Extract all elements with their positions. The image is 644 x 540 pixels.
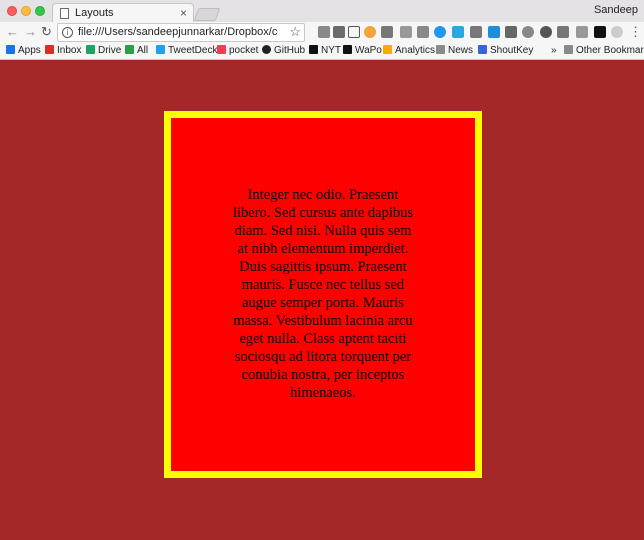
bookmark-tweetdeck[interactable]: TweetDeck: [156, 45, 217, 56]
new-tab-button[interactable]: [193, 8, 221, 21]
shield-icon[interactable]: [333, 26, 345, 38]
rss-icon[interactable]: [364, 26, 376, 38]
puzzle-icon[interactable]: [576, 26, 588, 38]
wapo-icon: [343, 45, 352, 54]
bookmark-inbox[interactable]: Inbox: [45, 45, 81, 56]
other-bookmarks[interactable]: Other Bookmarks: [564, 45, 644, 56]
bookmark-shoutkey[interactable]: ShoutKey: [478, 45, 533, 56]
tweetdeck-icon: [156, 45, 165, 54]
document-icon: [60, 8, 69, 19]
tab-close-icon[interactable]: ×: [180, 6, 187, 20]
profile-name[interactable]: Sandeep: [594, 4, 638, 16]
circle-icon[interactable]: [611, 26, 623, 38]
eye-icon[interactable]: [417, 26, 429, 38]
nyt-icon: [309, 45, 318, 54]
download-icon[interactable]: [488, 26, 500, 38]
folder-icon: [436, 45, 445, 54]
info-icon[interactable]: i: [62, 27, 73, 38]
globe-icon[interactable]: [522, 26, 534, 38]
bookmark-drive[interactable]: Drive: [86, 45, 121, 56]
apps-grid-icon: [6, 45, 15, 54]
gmail-icon: [45, 45, 54, 54]
address-bar[interactable]: i file:///Users/sandeepjunnarkar/Dropbox…: [57, 23, 305, 42]
address-url[interactable]: file:///Users/sandeepjunnarkar/Dropbox/c…: [78, 26, 278, 38]
forward-icon[interactable]: →: [24, 24, 37, 39]
close-box-icon[interactable]: [505, 26, 517, 38]
reload-icon[interactable]: ↻: [41, 24, 52, 40]
extension-icon[interactable]: [318, 26, 330, 38]
content-box: Integer nec odio. Praesent libero. Sed c…: [164, 111, 482, 478]
tab-layouts[interactable]: Layouts ×: [52, 3, 194, 23]
bookmark-star-icon[interactable]: ☆: [289, 24, 301, 40]
bookmark-nyt[interactable]: NYT: [309, 45, 341, 56]
bookmarks-bar: Apps Inbox Drive All TweetDeck pocket Gi…: [0, 43, 644, 60]
box-paragraph: Integer nec odio. Praesent libero. Sed c…: [232, 187, 413, 401]
f-icon[interactable]: [594, 26, 606, 38]
sync-icon[interactable]: [434, 26, 446, 38]
maximize-window-button[interactable]: [35, 6, 45, 16]
window-titlebar: Layouts × Sandeep: [0, 0, 644, 23]
analytics-icon: [383, 45, 392, 54]
bookmark-analytics[interactable]: Analytics: [383, 45, 435, 56]
bookmarks-overflow-chevron[interactable]: »: [551, 45, 557, 56]
bookmark-pocket[interactable]: pocket: [217, 45, 258, 56]
brackets-icon[interactable]: [470, 26, 482, 38]
bookmark-news[interactable]: News: [436, 45, 473, 56]
list-icon[interactable]: [381, 26, 393, 38]
github-icon: [262, 45, 271, 54]
close-window-button[interactable]: [7, 6, 17, 16]
x-icon[interactable]: [452, 26, 464, 38]
bookmark-apps[interactable]: Apps: [6, 45, 41, 56]
folder-icon: [564, 45, 573, 54]
star-outline-icon[interactable]: [348, 26, 360, 38]
tag-icon[interactable]: [557, 26, 569, 38]
tab-title: Layouts: [75, 7, 114, 19]
back-icon[interactable]: ←: [6, 24, 19, 39]
bookmark-wapo[interactable]: WaPo: [343, 45, 382, 56]
shoutkey-icon: [478, 45, 487, 54]
bookmark-github[interactable]: GitHub: [262, 45, 305, 56]
camera-icon[interactable]: [400, 26, 412, 38]
menu-icon[interactable]: ⋮: [629, 24, 642, 40]
drive-icon: [86, 45, 95, 54]
minimize-window-button[interactable]: [21, 6, 31, 16]
bookmark-all[interactable]: All: [125, 45, 148, 56]
gear-icon[interactable]: [540, 26, 552, 38]
browser-toolbar: ← → ↻ i file:///Users/sandeepjunnarkar/D…: [0, 22, 644, 43]
feedly-icon: [125, 45, 134, 54]
pocket-icon: [217, 45, 226, 54]
